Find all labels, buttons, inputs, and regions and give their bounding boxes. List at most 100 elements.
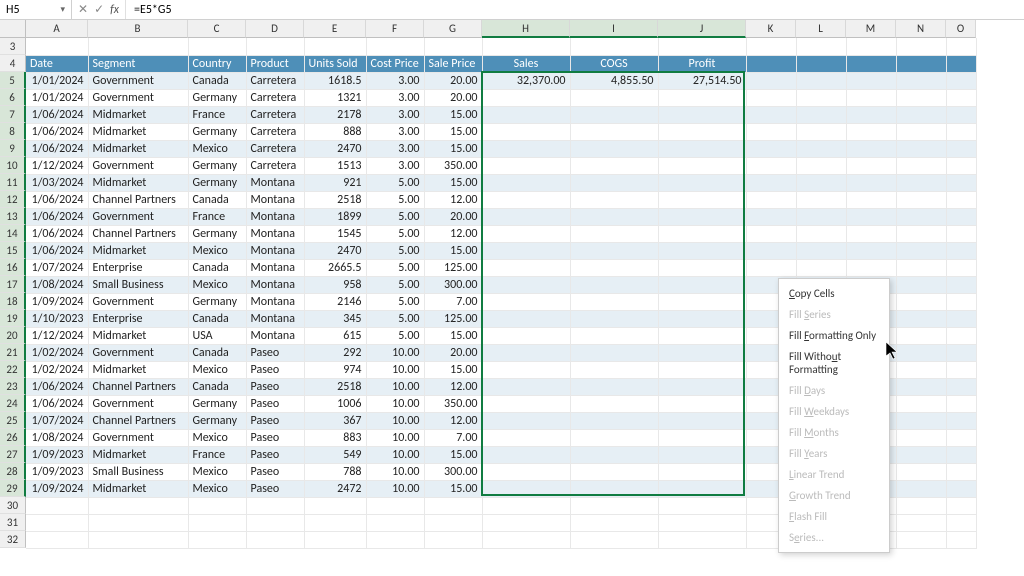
cell[interactable] [658,38,746,55]
cell[interactable] [482,106,570,123]
cell[interactable]: USA [188,327,246,344]
cell[interactable] [570,327,658,344]
row-header-5[interactable]: 5 [0,72,26,89]
row-header-13[interactable]: 13 [0,208,26,225]
cell[interactable] [658,208,746,225]
cell[interactable]: Enterprise [88,259,188,276]
cell[interactable] [946,208,976,225]
cell[interactable] [796,89,846,106]
cell[interactable]: 1/02/2024 [26,361,88,378]
cell[interactable]: 12.00 [424,412,482,429]
cell[interactable]: 888 [304,123,366,140]
cell[interactable]: 15.00 [424,106,482,123]
cell[interactable] [482,157,570,174]
cell[interactable]: 10.00 [366,412,424,429]
cell[interactable]: 1/06/2024 [26,140,88,157]
cell[interactable]: Germany [188,157,246,174]
cell[interactable]: 1/06/2024 [26,106,88,123]
check-icon[interactable]: ✓ [94,2,104,17]
cell[interactable] [570,225,658,242]
cell[interactable] [796,106,846,123]
cell[interactable] [896,480,946,497]
row-header-17[interactable]: 17 [0,276,26,293]
cell[interactable]: Montana [246,276,304,293]
cell[interactable] [896,140,946,157]
cell[interactable]: Midmarket [88,242,188,259]
cell[interactable]: 921 [304,174,366,191]
col-header-N[interactable]: N [896,20,946,38]
cell[interactable] [188,38,246,55]
cell[interactable] [482,361,570,378]
cell[interactable] [746,191,796,208]
header-cell[interactable]: Cost Price [366,55,424,72]
cell[interactable] [658,531,746,548]
cell[interactable] [846,225,896,242]
header-cell[interactable] [896,55,946,72]
header-cell[interactable] [796,55,846,72]
cell[interactable] [896,242,946,259]
cell[interactable] [746,38,796,55]
cell[interactable] [658,429,746,446]
cell[interactable] [846,174,896,191]
header-cell[interactable]: COGS [570,55,658,72]
cell[interactable]: Government [88,208,188,225]
cell[interactable] [896,378,946,395]
cell[interactable]: 5.00 [366,259,424,276]
cell[interactable] [658,157,746,174]
row-header-16[interactable]: 16 [0,259,26,276]
cell[interactable]: 12.00 [424,225,482,242]
col-header-J[interactable]: J [658,20,746,38]
cell[interactable]: Midmarket [88,123,188,140]
menu-item-copy-cells[interactable]: Copy Cells [779,283,889,304]
col-header-D[interactable]: D [246,20,304,38]
cell[interactable] [946,361,976,378]
cell[interactable]: 3.00 [366,89,424,106]
cell[interactable] [896,191,946,208]
cell[interactable] [896,72,946,89]
cell[interactable]: Enterprise [88,310,188,327]
cell[interactable] [896,106,946,123]
header-cell[interactable]: Profit [658,55,746,72]
cell[interactable] [424,531,482,548]
cell[interactable] [796,174,846,191]
cell[interactable]: Carretera [246,89,304,106]
cell[interactable]: Germany [188,412,246,429]
cell[interactable]: Midmarket [88,327,188,344]
cell[interactable] [570,361,658,378]
cell[interactable] [658,514,746,531]
cell[interactable]: 2518 [304,378,366,395]
row-header-19[interactable]: 19 [0,310,26,327]
cell[interactable]: Government [88,344,188,361]
cell[interactable]: Carretera [246,106,304,123]
cell[interactable] [946,378,976,395]
cell[interactable] [846,157,896,174]
cell[interactable]: 125.00 [424,259,482,276]
cell[interactable] [482,191,570,208]
cell[interactable]: Mexico [188,463,246,480]
row-header-18[interactable]: 18 [0,293,26,310]
cell[interactable] [846,208,896,225]
cell[interactable]: Montana [246,191,304,208]
header-cell[interactable]: Product [246,55,304,72]
row-header-12[interactable]: 12 [0,191,26,208]
cell[interactable] [482,531,570,548]
cell[interactable] [796,157,846,174]
cell[interactable] [482,378,570,395]
cell[interactable] [746,140,796,157]
cell[interactable]: 15.00 [424,361,482,378]
cell[interactable] [946,344,976,361]
cell[interactable]: 10.00 [366,446,424,463]
formula-input[interactable]: =E5*G5 [126,3,1024,17]
cell[interactable] [946,38,976,55]
cell[interactable] [946,463,976,480]
cell[interactable]: 1/06/2024 [26,208,88,225]
cell[interactable] [482,446,570,463]
menu-item-fill-formatting-only[interactable]: Fill Formatting Only [779,325,889,346]
cell[interactable]: Midmarket [88,480,188,497]
cell[interactable]: 10.00 [366,344,424,361]
menu-item-fill-without-formatting[interactable]: Fill Without Formatting [779,346,889,380]
cell[interactable]: Midmarket [88,361,188,378]
cell[interactable]: Paseo [246,395,304,412]
cell[interactable] [896,327,946,344]
cell[interactable]: 15.00 [424,480,482,497]
